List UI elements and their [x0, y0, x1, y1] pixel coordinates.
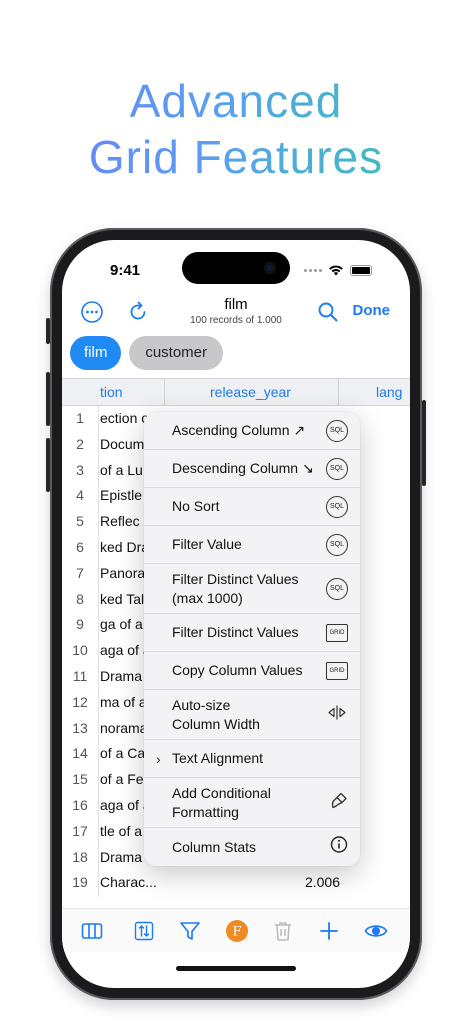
sql-icon: SQL	[326, 533, 348, 556]
menu-item[interactable]: Filter Distinct Values GRID	[144, 614, 360, 652]
row-number: 17	[72, 822, 88, 839]
resize-column-icon	[326, 704, 348, 725]
menu-item-label: Filter Distinct Values (max 1000)	[172, 570, 299, 606]
dynamic-island	[182, 252, 290, 284]
row-number: 18	[72, 848, 88, 865]
menu-item[interactable]: Filter Distinct Values (max 1000) SQL	[144, 564, 360, 614]
row-number: 19	[72, 874, 88, 891]
column-header-release-year[interactable]: release_year	[210, 379, 291, 406]
wifi-icon	[329, 265, 343, 276]
menu-item[interactable]: Column Stats	[144, 828, 360, 866]
menu-item-label: Descending Column ↘	[172, 460, 314, 476]
battery-icon	[350, 264, 372, 276]
trash-icon	[275, 922, 291, 941]
menu-item-label: Text Alignment	[172, 750, 264, 766]
menu-item-label: Ascending Column ↗	[172, 422, 306, 438]
row-number: 13	[72, 719, 88, 736]
app-store-screenshot: Advanced Grid Features 9:41 film 100 rec…	[0, 0, 472, 1024]
signal-icon	[304, 268, 322, 272]
sql-icon: SQL	[326, 577, 348, 600]
column-divider	[164, 379, 165, 406]
columns-icon[interactable]	[80, 919, 104, 943]
menu-item-label: Column Stats	[172, 838, 257, 855]
filter-icon[interactable]	[178, 919, 202, 943]
menu-item-label: Auto-size Column Width	[172, 696, 260, 732]
menu-item-label: Add Conditional Formatting	[172, 784, 271, 820]
row-number: 15	[72, 771, 88, 788]
column-header-language[interactable]: lang	[376, 379, 402, 406]
row-number: 10	[72, 642, 88, 659]
grid-icon: GRID	[326, 661, 348, 680]
menu-item[interactable]: Descending Column ↘ SQL	[144, 450, 360, 488]
grid-header: tion release_year lang	[62, 378, 410, 406]
sql-icon: SQL	[326, 457, 348, 480]
function-icon[interactable]: F	[225, 919, 249, 943]
info-icon	[330, 836, 348, 859]
tab-customer[interactable]: customer	[129, 336, 224, 370]
row-number: 7	[76, 564, 84, 581]
menu-item[interactable]: No Sort SQL	[144, 488, 360, 526]
row-number: 4	[76, 487, 84, 504]
menu-item-label: Filter Distinct Values	[172, 624, 299, 640]
row-number: 5	[76, 513, 84, 530]
function-icon-label: F	[232, 925, 241, 940]
menu-item[interactable]: Ascending Column ↗ SQL	[144, 412, 360, 450]
headline-line-1: Advanced	[0, 74, 472, 128]
phone-power-button	[422, 400, 426, 486]
menu-item[interactable]: Auto-size Column Width	[144, 690, 360, 740]
phone-screen: 9:41 film 100 records of 1.000 Done film…	[62, 240, 410, 988]
row-number: 11	[72, 667, 88, 684]
menu-item[interactable]: Filter Value SQL	[144, 526, 360, 564]
release-year-cell[interactable]: 2.006	[305, 870, 340, 896]
menu-item-label: No Sort	[172, 498, 220, 514]
row-number: 16	[72, 796, 88, 813]
row-number: 2	[76, 435, 84, 452]
data-grid: tion release_year lang 1 ection o 2 Docum 3 o…	[62, 378, 410, 897]
menu-item[interactable]: Add Conditional Formatting	[144, 778, 360, 828]
row-number: 3	[76, 461, 84, 478]
table-tabs: film customer	[70, 336, 224, 370]
sql-icon: SQL	[326, 495, 348, 518]
row-number: 6	[76, 538, 84, 555]
row-number: 12	[72, 693, 88, 710]
menu-item[interactable]: › Text Alignment	[144, 740, 360, 778]
home-indicator	[176, 966, 296, 971]
bottom-toolbar: F	[62, 908, 410, 952]
eye-icon[interactable]	[364, 919, 388, 943]
sql-icon: SQL	[326, 419, 348, 442]
camera-icon	[264, 262, 276, 274]
row-number: 8	[76, 590, 84, 607]
row-number: 1	[76, 410, 84, 426]
search-icon[interactable]	[316, 300, 340, 324]
menu-item-label: Filter Value	[172, 536, 242, 552]
column-header-description[interactable]: tion	[100, 379, 123, 406]
status-icons	[304, 264, 372, 276]
grid-icon: GRID	[326, 623, 348, 642]
menu-item-label: Copy Column Values	[172, 662, 303, 678]
menu-item[interactable]: Copy Column Values GRID	[144, 652, 360, 690]
chevron-right-icon: ›	[156, 750, 161, 767]
description-cell[interactable]: Charac...	[100, 870, 166, 896]
paintbrush-icon	[330, 791, 348, 814]
column-context-menu: Ascending Column ↗ SQL Descending Column ↘…	[144, 412, 360, 866]
table-row[interactable]: 19 Charac... 2.006	[62, 870, 410, 896]
status-time: 9:41	[110, 262, 141, 279]
row-number: 14	[72, 745, 88, 762]
add-icon[interactable]	[317, 919, 341, 943]
headline-line-2: Grid Features	[0, 130, 472, 184]
tab-film[interactable]: film	[70, 336, 122, 370]
navigation-bar: film 100 records of 1.000 Done	[62, 292, 410, 336]
row-number: 9	[76, 616, 84, 633]
done-button[interactable]: Done	[353, 302, 391, 319]
column-divider	[338, 379, 339, 406]
sort-rows-icon[interactable]	[132, 919, 156, 943]
